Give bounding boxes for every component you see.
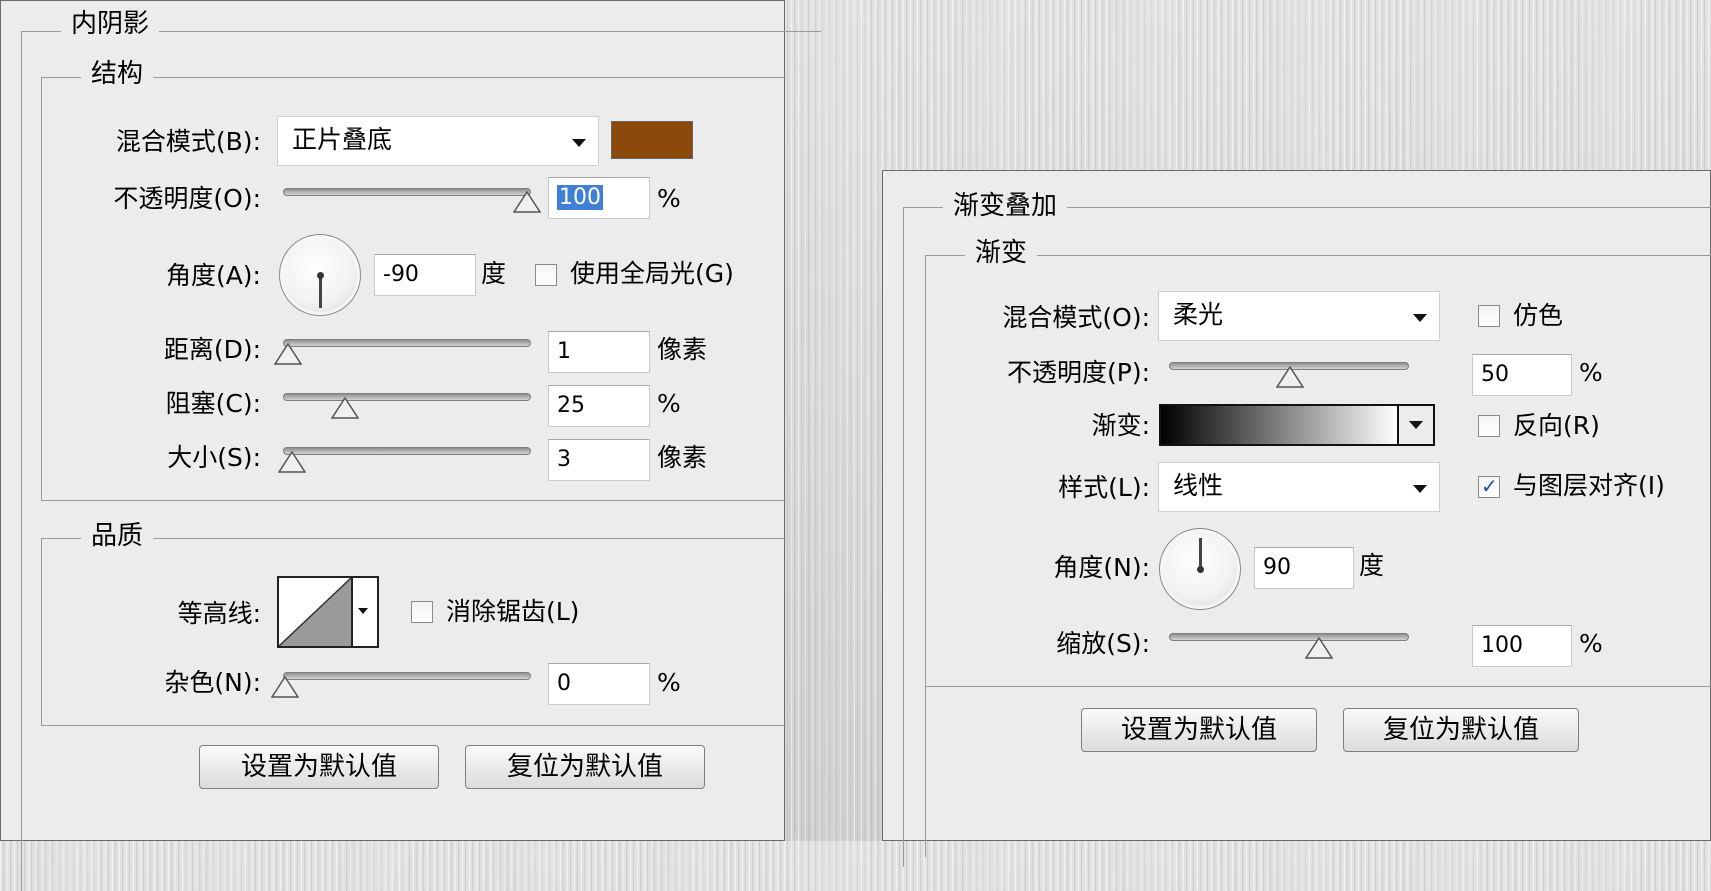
grad-set-default-button[interactable]: 设置为默认值 bbox=[1081, 708, 1317, 752]
antialias-label: 消除锯齿(L) bbox=[446, 597, 580, 626]
style-value: 线性 bbox=[1173, 471, 1224, 500]
global-light-label: 使用全局光(G) bbox=[570, 259, 734, 288]
scale-unit: % bbox=[1579, 629, 1603, 658]
reverse-label: 反向(R) bbox=[1513, 411, 1600, 440]
scale-slider-track[interactable] bbox=[1169, 633, 1409, 641]
scale-input[interactable]: 100 bbox=[1472, 625, 1572, 667]
gradient-group-bottom-line bbox=[925, 686, 1711, 687]
size-slider-track[interactable] bbox=[283, 447, 531, 455]
align-with-layer-label: 与图层对齐(I) bbox=[1513, 471, 1665, 500]
grad-opacity-label: 不透明度(P): bbox=[1006, 358, 1150, 387]
gradient-label: 渐变: bbox=[1091, 411, 1150, 440]
grad-blend-mode-select[interactable]: 柔光 bbox=[1158, 291, 1440, 341]
inner-shadow-panel: 内阴影 结构 混合模式(B): 正片叠底 不透明度(O): 100 % 角度(A… bbox=[0, 0, 821, 891]
gradient-dropdown-button[interactable] bbox=[1397, 404, 1435, 446]
scale-label: 缩放(S): bbox=[1056, 629, 1150, 658]
contour-picker[interactable] bbox=[277, 576, 379, 648]
opacity-unit: % bbox=[657, 184, 681, 213]
gradient-group-title: 渐变 bbox=[965, 238, 1038, 268]
grad-reset-default-button[interactable]: 复位为默认值 bbox=[1343, 708, 1579, 752]
style-select[interactable]: 线性 bbox=[1158, 462, 1440, 512]
chevron-down-icon bbox=[572, 139, 586, 147]
opacity-slider-track[interactable] bbox=[283, 188, 531, 196]
noise-slider-thumb[interactable] bbox=[271, 676, 299, 698]
chevron-down-icon bbox=[1409, 421, 1423, 429]
size-label: 大小(S): bbox=[167, 443, 261, 472]
noise-unit: % bbox=[657, 668, 681, 697]
size-input[interactable]: 3 bbox=[548, 439, 650, 481]
blend-mode-value: 正片叠底 bbox=[292, 125, 393, 154]
noise-input[interactable]: 0 bbox=[548, 663, 650, 705]
grad-angle-unit: 度 bbox=[1359, 551, 1385, 580]
blend-mode-select[interactable]: 正片叠底 bbox=[277, 116, 599, 166]
angle-input[interactable]: -90 bbox=[374, 254, 476, 296]
chevron-down-icon bbox=[358, 608, 368, 614]
structure-title: 结构 bbox=[81, 59, 154, 89]
global-light-checkbox[interactable] bbox=[535, 264, 557, 286]
dither-label: 仿色 bbox=[1513, 301, 1564, 330]
size-unit: 像素 bbox=[657, 443, 708, 472]
gradient-overlay-panel: 渐变叠加 渐变 混合模式(O): 柔光 仿色 不透明度(P): 50 % 渐变:… bbox=[882, 170, 1711, 867]
choke-input[interactable]: 25 bbox=[548, 385, 650, 427]
choke-unit: % bbox=[657, 389, 681, 418]
inner-shadow-title: 内阴影 bbox=[61, 9, 160, 39]
choke-label: 阻塞(C): bbox=[165, 389, 261, 418]
noise-slider-track[interactable] bbox=[283, 672, 531, 680]
angle-dial[interactable] bbox=[279, 234, 361, 316]
contour-label: 等高线: bbox=[177, 599, 261, 628]
chevron-down-icon bbox=[1413, 485, 1427, 493]
gradient-overlay-title: 渐变叠加 bbox=[943, 191, 1068, 221]
grad-blend-mode-value: 柔光 bbox=[1173, 300, 1224, 329]
choke-slider-thumb[interactable] bbox=[331, 397, 359, 419]
distance-slider-track[interactable] bbox=[283, 339, 531, 347]
size-slider-thumb[interactable] bbox=[278, 451, 306, 473]
opacity-label: 不透明度(O): bbox=[113, 184, 261, 213]
grad-opacity-unit: % bbox=[1579, 358, 1603, 387]
grad-opacity-slider-thumb[interactable] bbox=[1276, 366, 1304, 388]
opacity-input[interactable]: 100 bbox=[548, 177, 650, 219]
reset-default-button[interactable]: 复位为默认值 bbox=[465, 745, 705, 789]
angle-label: 角度(A): bbox=[165, 261, 261, 290]
angle-unit: 度 bbox=[481, 259, 507, 288]
dither-checkbox[interactable] bbox=[1478, 305, 1500, 327]
noise-label: 杂色(N): bbox=[164, 668, 261, 697]
shadow-color-swatch[interactable] bbox=[611, 121, 693, 159]
grad-blend-mode-label: 混合模式(O): bbox=[1002, 303, 1150, 332]
chevron-down-icon bbox=[1413, 314, 1427, 322]
grad-angle-dial-center bbox=[1197, 566, 1204, 573]
grad-angle-label: 角度(N): bbox=[1053, 553, 1150, 582]
style-label: 样式(L): bbox=[1058, 473, 1150, 502]
checkmark-icon: ✓ bbox=[1481, 474, 1498, 498]
quality-title: 品质 bbox=[81, 521, 154, 551]
angle-dial-needle bbox=[319, 276, 322, 308]
grad-angle-dial[interactable] bbox=[1159, 528, 1241, 610]
opacity-slider-thumb[interactable] bbox=[513, 191, 541, 213]
align-with-layer-checkbox[interactable]: ✓ bbox=[1478, 474, 1500, 498]
distance-input[interactable]: 1 bbox=[548, 331, 650, 373]
contour-curve-icon bbox=[279, 578, 351, 646]
set-default-button[interactable]: 设置为默认值 bbox=[199, 745, 439, 789]
reverse-checkbox[interactable] bbox=[1478, 415, 1500, 437]
scale-slider-thumb[interactable] bbox=[1305, 637, 1333, 659]
grad-opacity-input[interactable]: 50 bbox=[1472, 354, 1572, 396]
distance-label: 距离(D): bbox=[163, 335, 261, 364]
angle-dial-center bbox=[317, 272, 324, 279]
gradient-preview[interactable] bbox=[1159, 404, 1399, 446]
blend-mode-label: 混合模式(B): bbox=[115, 127, 261, 156]
choke-slider-track[interactable] bbox=[283, 393, 531, 401]
distance-unit: 像素 bbox=[657, 335, 708, 364]
grad-angle-input[interactable]: 90 bbox=[1254, 547, 1354, 589]
antialias-checkbox[interactable] bbox=[411, 601, 433, 623]
distance-slider-thumb[interactable] bbox=[274, 343, 302, 365]
